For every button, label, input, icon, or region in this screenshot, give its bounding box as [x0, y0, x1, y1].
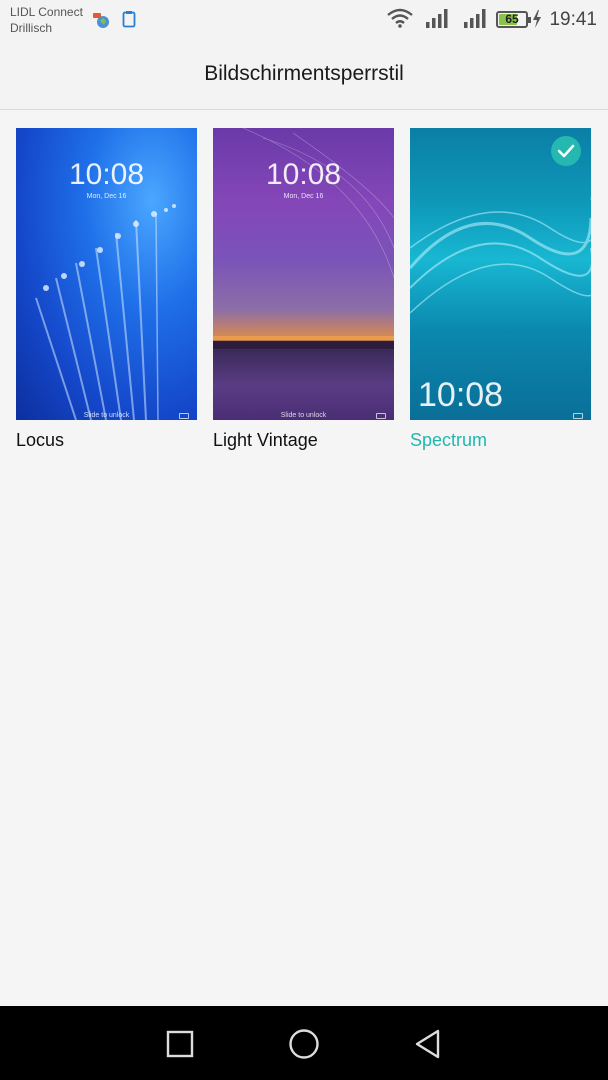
page-title: Bildschirmentsperrstil: [204, 62, 404, 85]
theme-preview-light-vintage[interactable]: 10:08 Mon, Dec 16 Slide to unlock: [213, 128, 394, 420]
theme-preview-spectrum[interactable]: 10:08: [410, 128, 591, 420]
preview-unlock-text: Slide to unlock: [83, 412, 130, 419]
preview-unlock-text: Slide to unlock: [280, 412, 327, 419]
preview-clock: 10:08: [265, 158, 342, 191]
theme-name-light-vintage: Light Vintage: [213, 430, 318, 450]
preview-clock: 10:08: [418, 376, 504, 414]
navigation-bar: [0, 1006, 608, 1080]
battery-icon: 65: [496, 11, 531, 28]
theme-card-spectrum[interactable]: 10:08 Spectrum: [410, 128, 591, 451]
camera-icon: [179, 413, 189, 419]
camera-icon: [376, 413, 386, 419]
recents-icon[interactable]: [162, 1026, 198, 1062]
carrier-subname: Drillisch: [10, 21, 52, 35]
charging-icon: [533, 10, 541, 28]
theme-card-locus[interactable]: 10:08 Mon, Dec 16 Slide to unlock Locus: [16, 128, 197, 451]
preview-clock: 10:08: [68, 158, 145, 191]
carrier-label: LIDL Connect Drillisch: [10, 4, 83, 36]
preview-date: Mon, Dec 16: [283, 193, 324, 200]
back-icon[interactable]: [410, 1026, 446, 1062]
theme-name-locus: Locus: [16, 430, 65, 450]
selected-check-icon: [551, 136, 581, 166]
signal-icon: [464, 9, 486, 28]
wifi-icon: [387, 8, 413, 28]
carrier-name: LIDL Connect: [10, 5, 83, 19]
notification-app-icon: [93, 13, 109, 28]
status-time: 19:41: [549, 9, 597, 30]
signal-icon: [426, 9, 448, 28]
status-bar: LIDL Connect Drillisch 65 19:41: [0, 0, 608, 40]
battery-percent: 65: [505, 12, 519, 26]
theme-card-light-vintage[interactable]: 10:08 Mon, Dec 16 Slide to unlock Light …: [213, 128, 394, 451]
preview-date: Mon, Dec 16: [86, 193, 127, 200]
app-bar: Bildschirmentsperrstil: [0, 40, 608, 110]
clipboard-icon: [122, 11, 136, 28]
theme-name-spectrum: Spectrum: [410, 430, 488, 450]
theme-preview-locus[interactable]: 10:08 Mon, Dec 16 Slide to unlock: [16, 128, 197, 420]
camera-icon: [573, 413, 583, 419]
home-icon[interactable]: [286, 1026, 322, 1062]
